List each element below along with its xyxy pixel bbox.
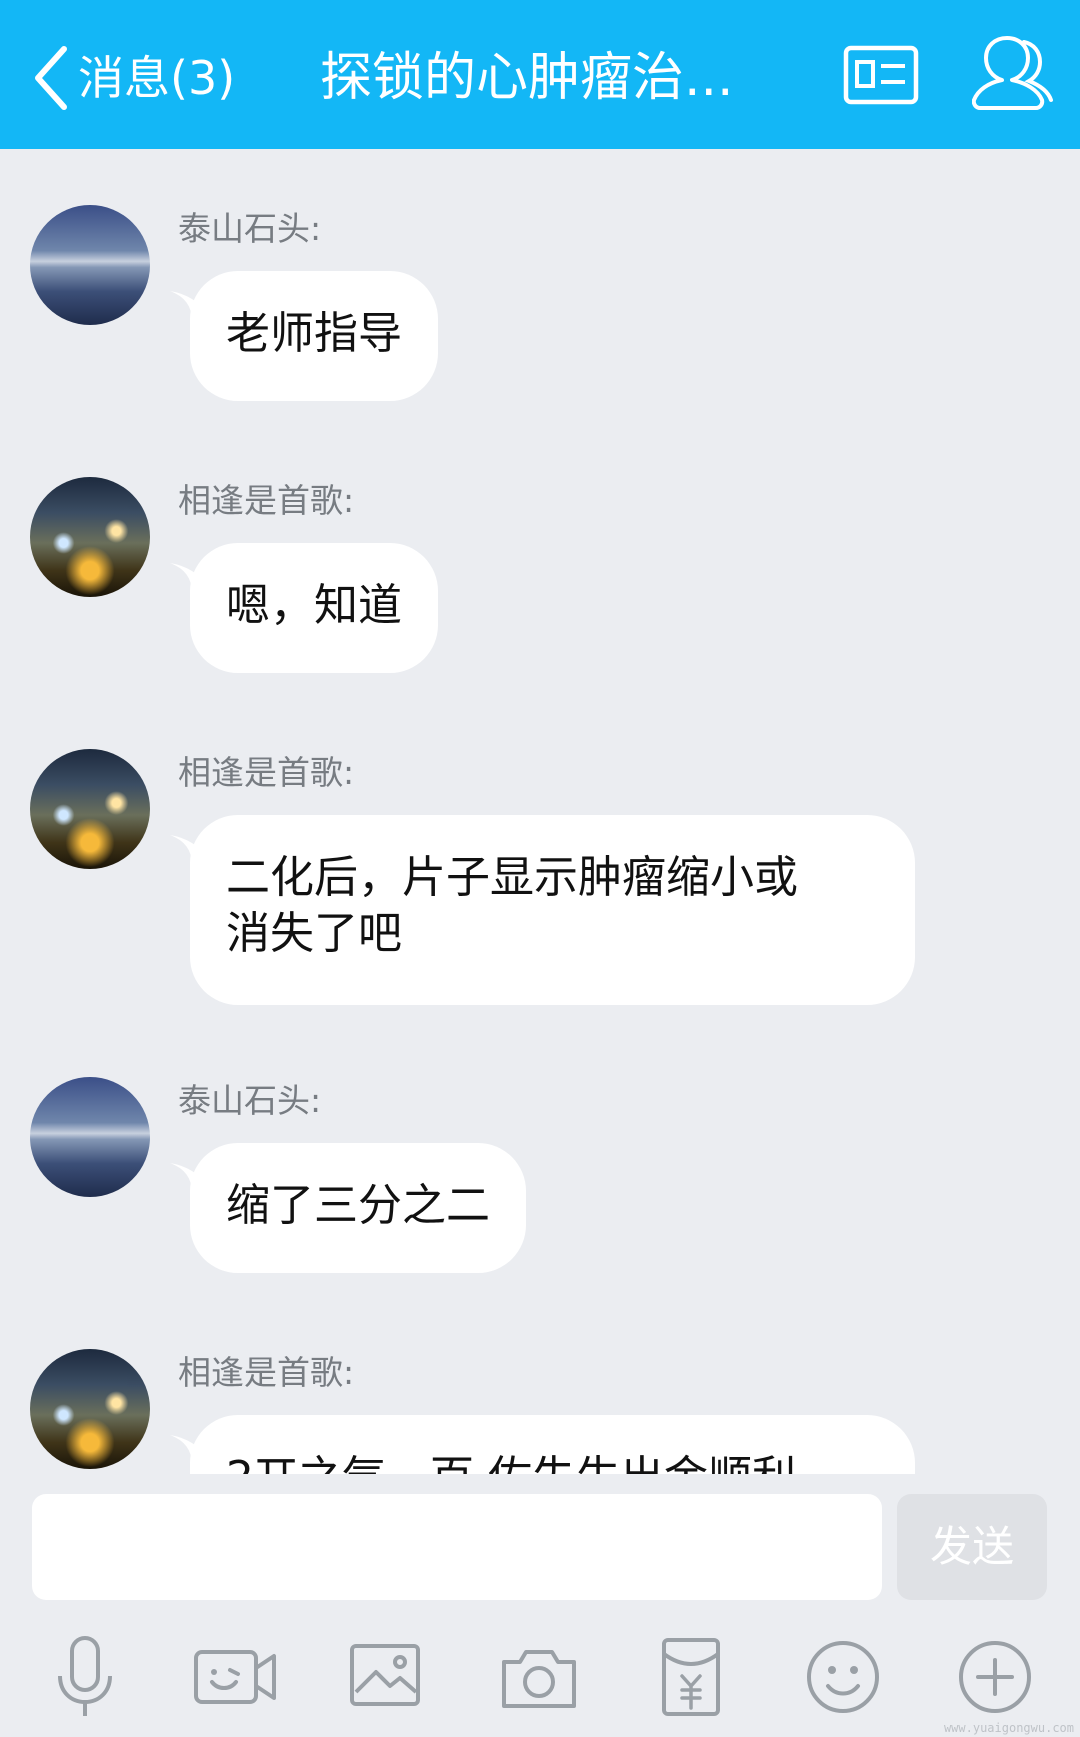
message-text-line: 2丌之气，百 佐失生出金顺利 (226, 1450, 879, 1474)
more-plus-icon (959, 1641, 1031, 1713)
message-text-line: 嗯，知道 (226, 580, 402, 631)
profile-card-icon (843, 45, 919, 105)
title-bar: 消息(3) 探锁的心肿瘤治... (0, 0, 1080, 149)
message-input-bar: 发送 (0, 1474, 1080, 1614)
camera-button[interactable] (494, 1632, 584, 1722)
video-call-button[interactable] (190, 1632, 280, 1722)
red-packet-icon (662, 1638, 720, 1716)
send-button[interactable]: 发送 (897, 1494, 1047, 1600)
emoji-button[interactable] (798, 1632, 888, 1722)
emoji-icon (807, 1641, 879, 1713)
camera-icon (502, 1650, 576, 1708)
image-icon (350, 1644, 420, 1706)
group-members-icon (972, 36, 1053, 110)
message-bubble[interactable]: 缩了三分之二 (190, 1143, 526, 1273)
message-text-line: 老师指导 (226, 308, 402, 359)
group-members-button[interactable] (972, 34, 1056, 114)
sender-name: 相逢是首歌: (178, 1353, 355, 1392)
back-label: 消息(3) (78, 51, 236, 105)
image-button[interactable] (342, 1632, 432, 1722)
more-button[interactable] (950, 1632, 1040, 1722)
message-text-line: 缩了三分之二 (226, 1180, 490, 1231)
sender-avatar[interactable] (30, 1077, 150, 1197)
sender-name: 相逢是首歌: (178, 753, 355, 792)
message-text-line: 消失了吧 (226, 908, 402, 959)
chat-title: 探锁的心肿瘤治... (320, 48, 734, 108)
voice-button[interactable] (40, 1632, 130, 1722)
video-call-icon (194, 1650, 276, 1704)
message-text-line: 二化后，片子显示肿瘤缩小或 (226, 852, 798, 903)
back-chevron-icon (35, 46, 67, 110)
profile-card-button[interactable] (843, 42, 919, 108)
sender-name: 相逢是首歌: (178, 481, 355, 520)
message-bubble[interactable]: 老师指导 (190, 271, 438, 401)
message-bubble[interactable]: 2丌之气，百 佐失生出金顺利 (190, 1415, 915, 1474)
message-bubble[interactable]: 嗯，知道 (190, 543, 438, 673)
sender-name: 泰山石头: (178, 209, 322, 248)
message-bubble[interactable]: 二化后，片子显示肿瘤缩小或 消失了吧 (190, 815, 915, 1005)
sender-name: 泰山石头: (178, 1081, 322, 1120)
microphone-icon (58, 1636, 112, 1716)
sender-avatar[interactable] (30, 749, 150, 869)
message-input[interactable] (32, 1494, 882, 1600)
red-packet-button[interactable] (646, 1632, 736, 1722)
sender-avatar[interactable] (30, 1349, 150, 1469)
chat-message-list[interactable]: 泰山石头: 老师指导 相逢是首歌: 嗯，知道 相逢是首歌: 二化后，片子显示肿瘤… (0, 149, 1080, 1474)
sender-avatar[interactable] (30, 205, 150, 325)
back-button[interactable]: 消息(3) (30, 38, 235, 118)
watermark: www.yuaigongwu.com (943, 1721, 1074, 1735)
input-toolbar: www.yuaigongwu.com (0, 1614, 1080, 1737)
sender-avatar[interactable] (30, 477, 150, 597)
